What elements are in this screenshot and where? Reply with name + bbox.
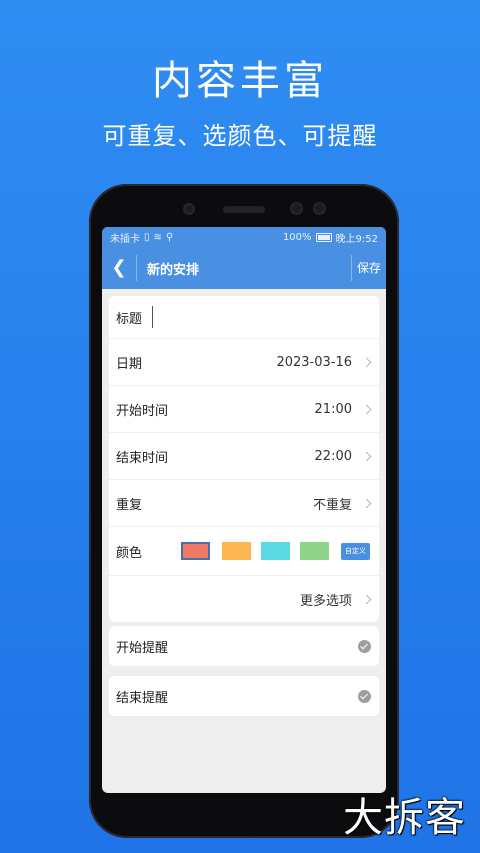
- page-title: 新的安排: [147, 262, 200, 278]
- chevron-right-icon: [361, 357, 372, 367]
- earpiece-speaker: [223, 206, 265, 213]
- repeat-label: 重复: [116, 497, 143, 513]
- end-reminder-label: 结束提醒: [116, 690, 169, 706]
- color-row: 颜色 自定义: [109, 527, 379, 576]
- more-options-label: 更多选项: [299, 593, 352, 609]
- end-time-value: 22:00: [314, 448, 352, 464]
- date-value: 2023-03-16: [276, 354, 352, 370]
- sensor-icon: [315, 204, 324, 213]
- phone-screen: 未插卡 ▯ ≋ ⚲ 100% 晚上9:52 ❮ 新的安排 保存 标题 日期 20…: [102, 227, 386, 793]
- watermark-logo: 大拆客: [343, 795, 466, 841]
- color-swatch-0[interactable]: [181, 542, 210, 560]
- app-bar: ❮ 新的安排 保存: [102, 247, 386, 289]
- title-label: 标题: [116, 311, 143, 327]
- end-reminder-row[interactable]: 结束提醒: [109, 676, 379, 716]
- color-swatch-1[interactable]: [222, 542, 251, 560]
- end-time-label: 结束时间: [116, 450, 169, 466]
- battery-percent: 100%: [282, 231, 312, 243]
- schedule-form: 标题 日期 2023-03-16 开始时间 21:00 结束时间 22:00 重…: [109, 296, 379, 622]
- wifi-icon: ≋: [153, 231, 162, 243]
- promo-subtitle: 可重复、选颜色、可提醒: [102, 122, 378, 150]
- date-label: 日期: [116, 356, 143, 372]
- carrier-text: 未插卡: [110, 233, 140, 245]
- color-swatch-3[interactable]: [300, 542, 329, 560]
- chevron-right-icon: [361, 451, 372, 461]
- color-swatch-2[interactable]: [261, 542, 290, 560]
- date-row[interactable]: 日期 2023-03-16: [109, 339, 379, 386]
- front-camera-icon: [185, 205, 193, 213]
- battery-icon: [315, 232, 332, 242]
- sensor-icon: [292, 204, 301, 213]
- chevron-right-icon: [361, 594, 372, 604]
- check-circle-icon[interactable]: [358, 689, 371, 703]
- start-time-row[interactable]: 开始时间 21:00: [109, 386, 379, 433]
- clock: 晚上9:52: [335, 233, 378, 245]
- promo-title: 内容丰富: [152, 58, 328, 104]
- check-circle-icon[interactable]: [358, 639, 371, 653]
- start-reminder-row[interactable]: 开始提醒: [109, 626, 379, 666]
- start-time-value: 21:00: [314, 401, 352, 417]
- custom-color-button[interactable]: 自定义: [341, 543, 370, 560]
- more-options-row[interactable]: 更多选项: [109, 576, 379, 622]
- title-input-cursor: [152, 306, 154, 328]
- title-row[interactable]: 标题: [109, 296, 379, 339]
- sim-icon: ▯: [144, 231, 150, 243]
- start-reminder-label: 开始提醒: [116, 640, 169, 656]
- start-time-label: 开始时间: [116, 403, 169, 419]
- start-reminder-card: 开始提醒: [109, 626, 379, 666]
- end-reminder-card: 结束提醒: [109, 676, 379, 716]
- repeat-row[interactable]: 重复 不重复: [109, 480, 379, 527]
- save-button[interactable]: 保存: [351, 255, 386, 281]
- status-bar: 未插卡 ▯ ≋ ⚲ 100% 晚上9:52: [102, 227, 386, 247]
- chevron-right-icon: [361, 498, 372, 508]
- end-time-row[interactable]: 结束时间 22:00: [109, 433, 379, 480]
- back-button[interactable]: ❮: [102, 255, 137, 281]
- usb-icon: ⚲: [165, 231, 174, 243]
- color-label: 颜色: [116, 545, 143, 561]
- repeat-value: 不重复: [312, 497, 352, 513]
- chevron-right-icon: [361, 404, 372, 414]
